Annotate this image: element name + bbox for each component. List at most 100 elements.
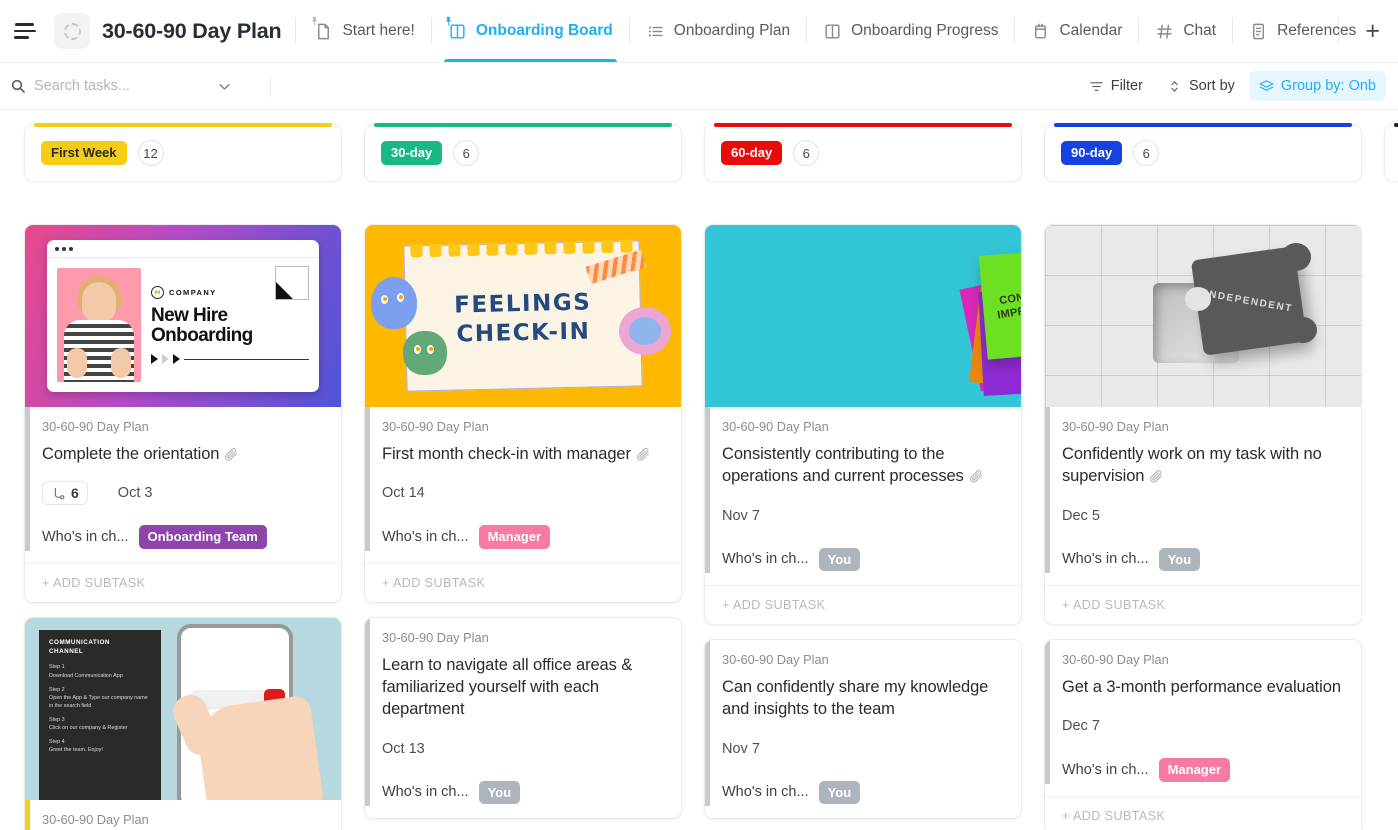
task-card-body: 30-60-90 Day Plan Learn to navigate all o… <box>365 617 681 807</box>
task-meta: Oct 13 <box>382 736 667 762</box>
attachment-icon <box>223 446 239 462</box>
active-tab-underline <box>443 58 617 62</box>
task-list-name: 30-60-90 Day Plan <box>382 419 489 434</box>
assignee-tag[interactable]: You <box>478 780 521 805</box>
task-card[interactable]: CONTINUOUS IMPROVEMENT 30-60-90 Day Plan Co… <box>704 224 1022 626</box>
add-subtask-button[interactable]: + ADD SUBTASK <box>1045 585 1361 624</box>
group-by-button[interactable]: Group by: Onb <box>1248 71 1386 101</box>
task-due-date[interactable]: Oct 3 <box>118 485 153 501</box>
divider <box>270 75 271 97</box>
column-status-chip[interactable]: 90-day <box>1061 140 1123 166</box>
tab-label: Onboarding Progress <box>851 22 999 40</box>
task-card[interactable]: COMMUNICATION CHANNEL Step 1 Download Commu… <box>24 616 342 830</box>
tab-start-here[interactable]: Start here! <box>310 0 418 62</box>
board-column-60-day: 60-day 6 CONTINUOUS IMPROVEMENT 30-60-90 Day… <box>704 110 1022 820</box>
card-cover-image: INDEPENDENT <box>1045 225 1361 407</box>
task-assignee-row: Who's in ch... You <box>1062 547 1347 572</box>
task-card[interactable]: 30-60-90 Day Plan Get a 3-month performan… <box>1044 639 1362 830</box>
search-icon <box>10 78 26 94</box>
task-assignee-row: Who's in ch... You <box>382 780 667 805</box>
task-title[interactable]: Complete the orientation <box>42 443 327 465</box>
assignee-tag[interactable]: Manager <box>478 525 551 549</box>
column-task-count: 6 <box>453 140 480 166</box>
task-list-name: 30-60-90 Day Plan <box>42 419 149 434</box>
divider <box>806 18 808 44</box>
column-card-list: COMPANY New Hire Onboarding 30-60-90 Day Pl… <box>24 224 342 830</box>
tab-label: Start here! <box>342 22 415 40</box>
column-card-list: FEELINGS CHECK-IN 30-60-90 Day Plan First m… <box>364 224 682 820</box>
task-due-date[interactable]: Dec 7 <box>1062 718 1100 734</box>
add-subtask-button[interactable]: + ADD SUBTASK <box>365 562 681 602</box>
task-assignee-row: Who's in ch... Manager <box>382 525 667 549</box>
column-task-count: 12 <box>137 140 164 166</box>
task-due-date[interactable]: Nov 7 <box>722 741 760 757</box>
task-due-date[interactable]: Dec 5 <box>1062 508 1100 524</box>
card-cover-image: FEELINGS CHECK-IN <box>365 225 681 407</box>
column-header[interactable] <box>1384 123 1398 182</box>
card-cover-image: COMPANY New Hire Onboarding <box>25 225 341 407</box>
tab-calendar[interactable]: Calendar <box>1027 0 1126 62</box>
task-assignee-row: Who's in ch... Onboarding Team <box>42 525 327 549</box>
task-card[interactable]: 30-60-90 Day Plan Can confidently share m… <box>704 639 1022 820</box>
assignee-tag[interactable]: You <box>818 780 861 805</box>
tab-chat[interactable]: Chat <box>1151 0 1220 62</box>
hamburger-icon[interactable] <box>8 14 42 48</box>
doc-icon <box>1249 22 1268 41</box>
task-due-date[interactable]: Oct 14 <box>382 485 425 501</box>
add-subtask-button[interactable]: + ADD SUBTASK <box>705 585 1021 624</box>
sort-label: Sort by <box>1188 78 1235 94</box>
task-card[interactable]: COMPANY New Hire Onboarding 30-60-90 Day Pl… <box>24 224 342 603</box>
task-card[interactable]: INDEPENDENT 30-60-90 Day Plan Confidently … <box>1044 224 1362 626</box>
assignee-tag[interactable]: You <box>1158 547 1201 572</box>
hash-icon <box>1155 22 1174 41</box>
add-subtask-button[interactable]: + ADD SUBTASK <box>1045 795 1361 830</box>
column-header[interactable]: First Week 12 <box>24 123 342 182</box>
kanban-board: First Week 12 COMPANY New Hire Onboarding 30-… <box>0 110 1398 830</box>
task-due-date[interactable]: Oct 13 <box>382 741 425 757</box>
search-box[interactable] <box>10 78 260 94</box>
tab-label: Onboarding Plan <box>673 22 791 40</box>
column-status-chip[interactable]: 60-day <box>721 140 783 166</box>
card-cover-image: COMMUNICATION CHANNEL Step 1 Download Commu… <box>25 617 341 800</box>
column-header[interactable]: 90-day 6 <box>1044 123 1362 182</box>
filter-icon <box>1089 79 1104 94</box>
task-card-body: 30-60-90 Day Plan First month check-in wi… <box>365 407 681 551</box>
tab-onboarding-progress[interactable]: Onboarding Progress <box>819 0 1002 62</box>
board-column-first-week: First Week 12 COMPANY New Hire Onboarding 30-… <box>24 110 342 830</box>
page-title[interactable]: 30-60-90 Day Plan <box>102 19 282 44</box>
task-meta: Oct 14 <box>382 480 667 506</box>
column-status-chip[interactable]: First Week <box>41 140 127 166</box>
task-card-body: 30-60-90 Day Plan Confidently work on my … <box>1045 407 1361 574</box>
sort-button[interactable]: Sort by <box>1157 71 1245 101</box>
list-icon <box>646 22 665 41</box>
task-card[interactable]: FEELINGS CHECK-IN 30-60-90 Day Plan First m… <box>364 224 682 603</box>
task-title[interactable]: Get a 3-month performance evaluation <box>1062 676 1347 698</box>
column-header[interactable]: 60-day 6 <box>704 123 1022 182</box>
task-title[interactable]: Confidently work on my task with no supe… <box>1062 443 1347 488</box>
chevron-down-icon[interactable] <box>217 79 232 94</box>
task-title[interactable]: First month check-in with manager <box>382 443 667 465</box>
task-due-date[interactable]: Nov 7 <box>722 508 760 524</box>
column-status-chip[interactable]: 30-day <box>381 140 443 166</box>
loading-ring-icon[interactable] <box>54 13 90 49</box>
filter-button[interactable]: Filter <box>1079 71 1153 101</box>
filter-label: Filter <box>1110 78 1143 94</box>
tab-onboarding-board[interactable]: Onboarding Board <box>443 0 617 62</box>
task-title[interactable]: Can confidently share my knowledge and i… <box>722 676 1007 721</box>
task-list-name: 30-60-90 Day Plan <box>42 811 149 827</box>
task-card[interactable]: 30-60-90 Day Plan Learn to navigate all o… <box>364 616 682 820</box>
task-title[interactable]: Learn to navigate all office areas & fam… <box>382 654 667 721</box>
top-bar: 30-60-90 Day Plan Start here! Onboarding … <box>0 0 1398 62</box>
task-title[interactable]: Consistently contributing to the operati… <box>722 443 1007 488</box>
add-subtask-button[interactable]: + ADD SUBTASK <box>25 562 341 602</box>
divider <box>1232 18 1234 44</box>
assignee-tag[interactable]: Onboarding Team <box>138 525 267 549</box>
search-input[interactable] <box>34 78 209 94</box>
tab-onboarding-plan[interactable]: Onboarding Plan <box>642 0 794 62</box>
subtask-count[interactable]: 6 <box>42 481 88 506</box>
tab-references[interactable]: References <box>1245 0 1360 62</box>
column-header[interactable]: 30-day 6 <box>364 123 682 182</box>
assignee-tag[interactable]: You <box>818 547 861 572</box>
assignee-tag[interactable]: Manager <box>1158 758 1231 782</box>
board-toolbar: Filter Sort by Group by: Onb <box>0 62 1398 110</box>
